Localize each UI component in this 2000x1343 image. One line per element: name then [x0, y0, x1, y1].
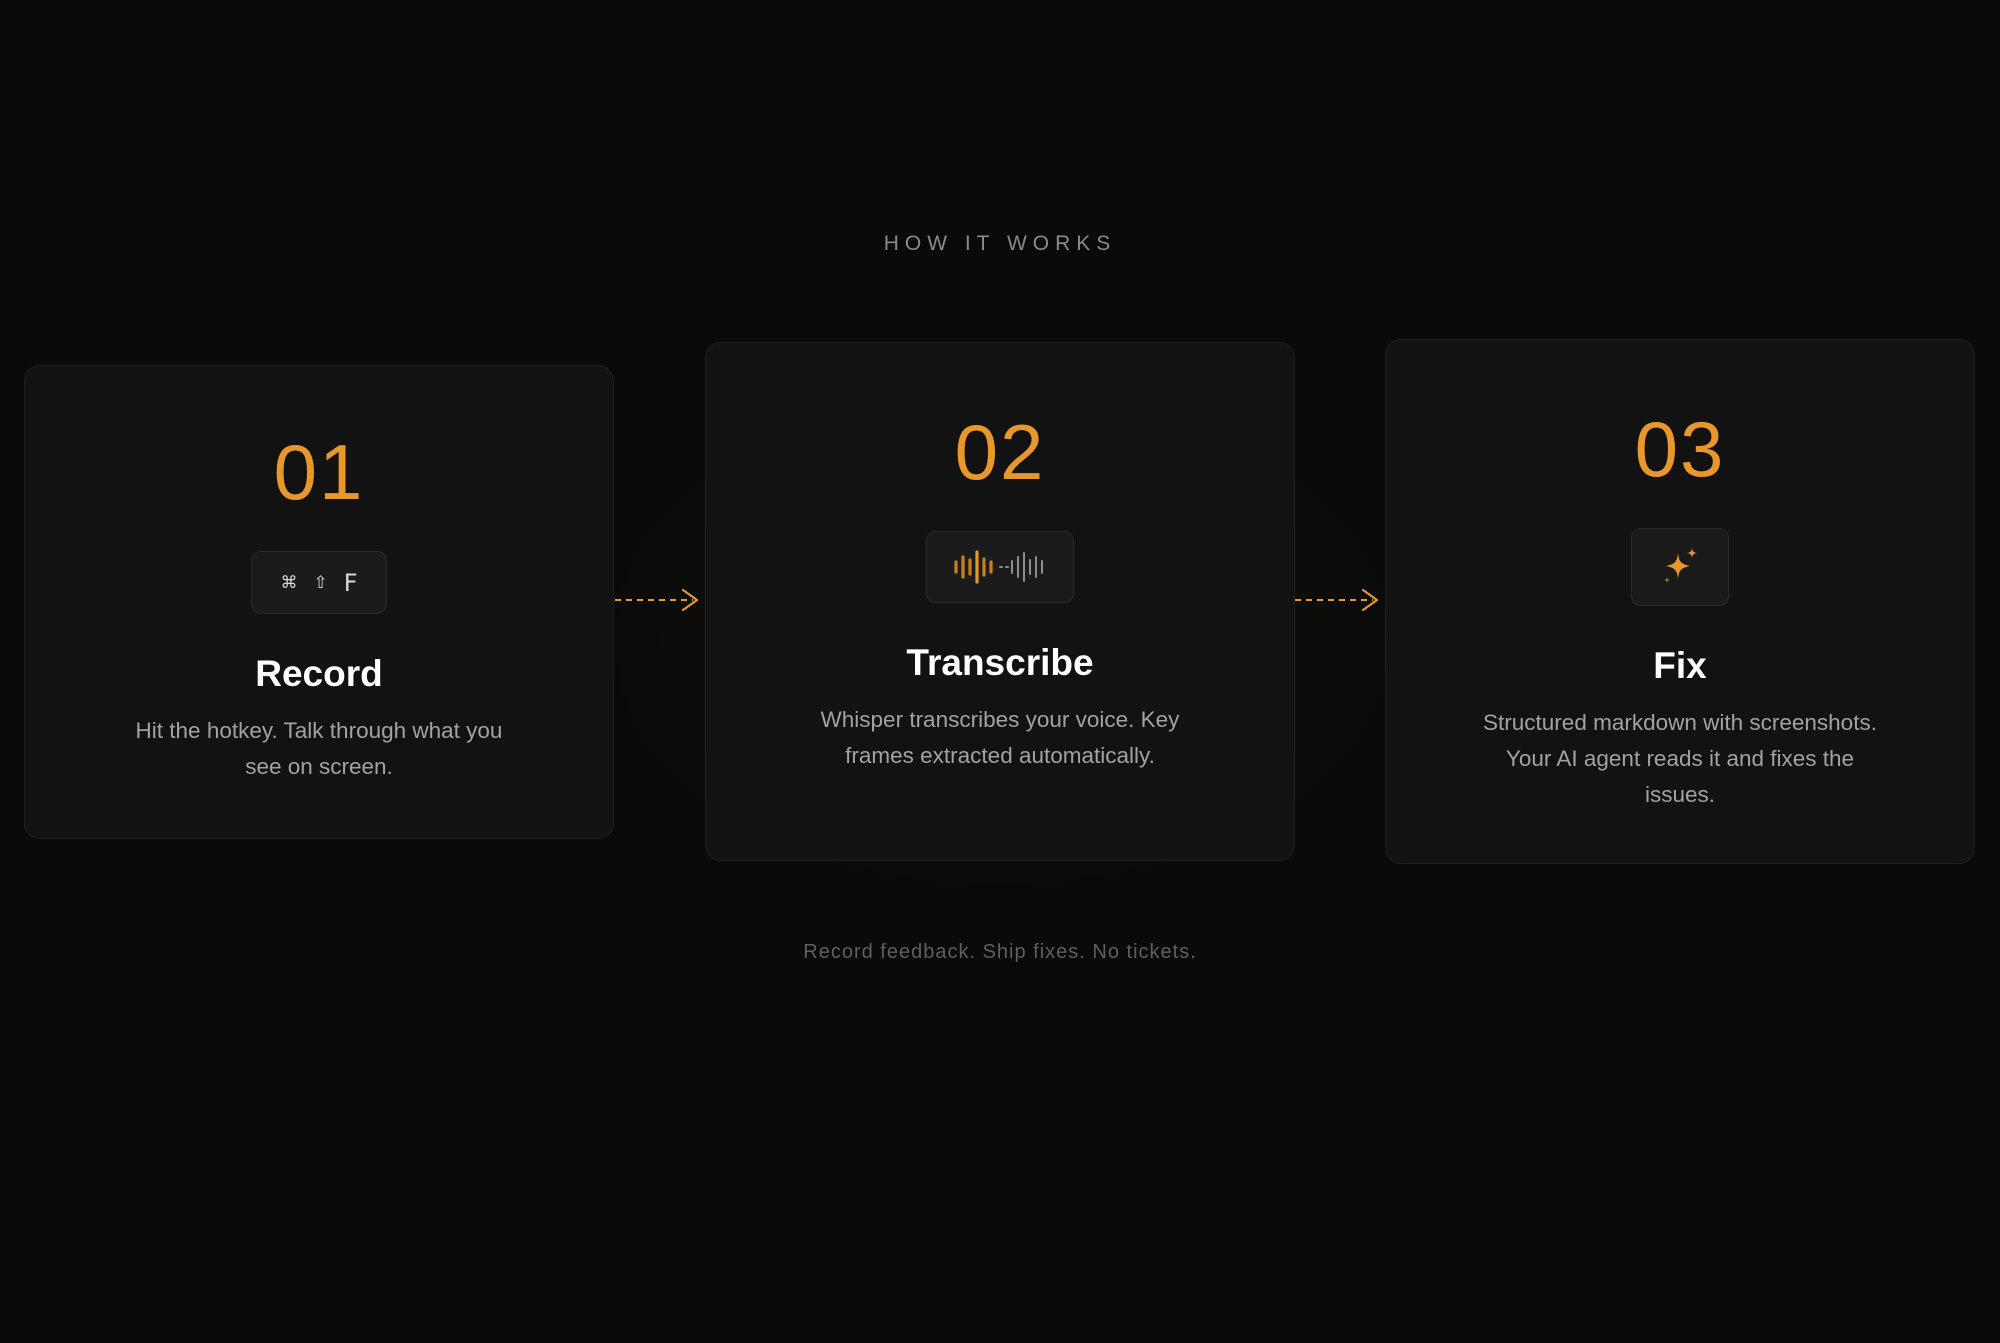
- shift-key-icon: ⇧: [313, 572, 328, 593]
- arrow-right-icon: [1295, 588, 1379, 612]
- step-description: Whisper transcribes your voice. Key fram…: [820, 706, 1180, 768]
- section-label: HOW IT WORKS: [883, 232, 1117, 255]
- step-title: Transcribe: [906, 642, 1094, 683]
- sparkle-icon: [1664, 548, 1697, 583]
- step-number: 03: [1634, 405, 1726, 493]
- step-title: Record: [255, 653, 383, 694]
- arrow-right-icon: [615, 588, 699, 612]
- f-key: F: [343, 568, 358, 597]
- how-it-works-section: HOW IT WORKS 01 ⌘ ⇧ F Record Hit the hot…: [0, 0, 2000, 1343]
- command-key-icon: ⌘: [280, 572, 298, 593]
- hotkey-badge: ⌘ ⇧ F: [251, 551, 387, 614]
- step-title: Fix: [1653, 645, 1707, 686]
- waveform-badge: [926, 531, 1074, 603]
- step-number: 01: [273, 428, 365, 516]
- step-card-record: 01 ⌘ ⇧ F Record Hit the hotkey. Talk thr…: [24, 365, 614, 839]
- step-description: Structured markdown with screenshots. Yo…: [1483, 709, 1877, 807]
- sparkle-badge: [1631, 528, 1729, 606]
- step-card-transcribe: 02 Transcribe Whisper transcribes your v…: [705, 342, 1295, 861]
- step-card-fix: 03 Fix Structured markdown with screensh…: [1385, 339, 1975, 864]
- tagline: Record feedback. Ship fixes. No tickets.: [803, 941, 1197, 963]
- waveform-icon: [954, 550, 1043, 584]
- step-number: 02: [954, 408, 1046, 496]
- step-description: Hit the hotkey. Talk through what you se…: [135, 717, 503, 779]
